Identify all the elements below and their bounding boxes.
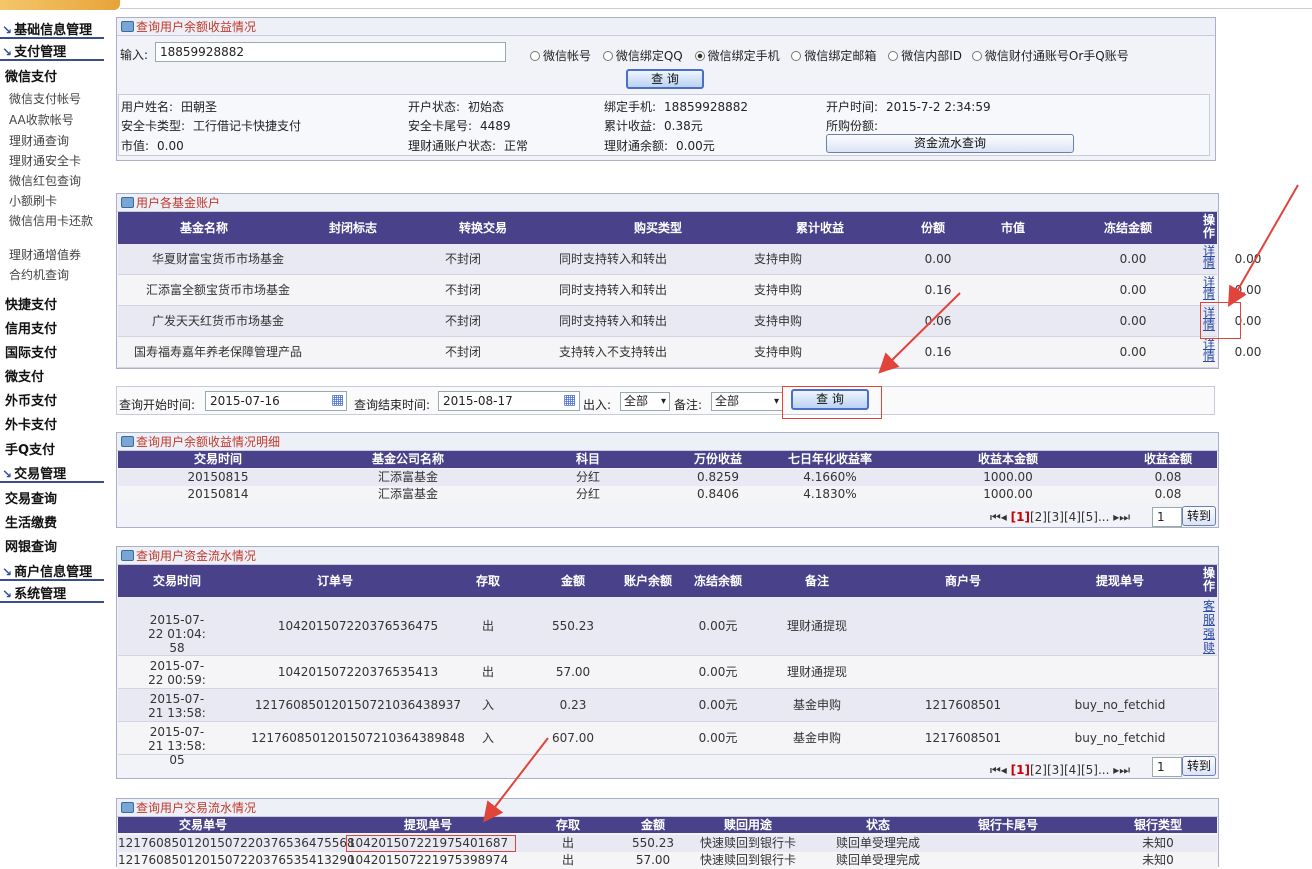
annotation-arrow	[483, 737, 549, 823]
annotation-arrow	[878, 292, 961, 374]
annotation-arrow	[1228, 184, 1299, 307]
annotation-arrows	[483, 184, 1299, 823]
